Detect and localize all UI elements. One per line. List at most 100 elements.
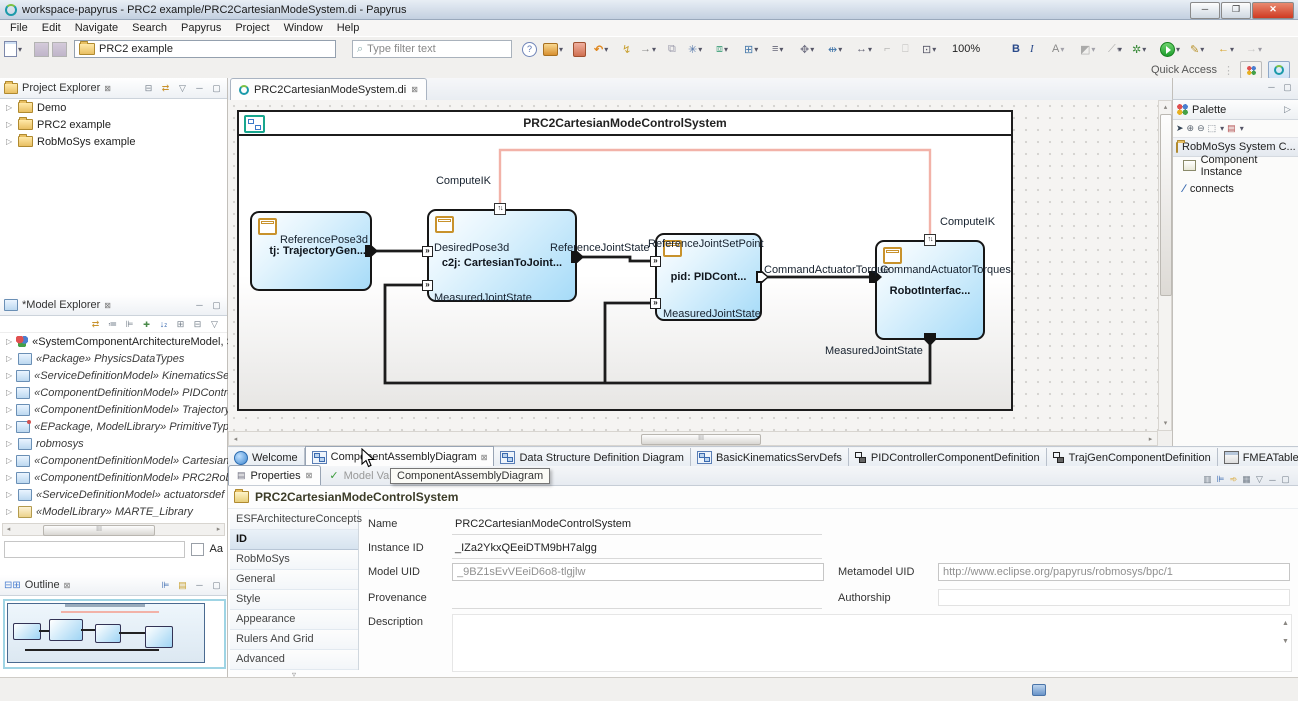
note-icon[interactable]: ▤ (1227, 123, 1236, 134)
line-color-button[interactable]: ⟋▾ (1108, 40, 1121, 58)
wire-measured-pid[interactable] (605, 303, 652, 383)
model-uid-input[interactable] (452, 563, 824, 581)
side-tab-advanced[interactable]: Advanced (230, 650, 358, 670)
validate-icon[interactable]: ✲▾ (1132, 40, 1146, 58)
new-button[interactable]: ▾ (4, 40, 22, 58)
model-item-robmosys[interactable]: ▷ robmosys (0, 435, 227, 452)
side-tab-appearance[interactable]: Appearance (230, 610, 358, 630)
port-pid-in2[interactable]: » (650, 298, 661, 309)
tab-fmea[interactable]: FMEATable0 (1218, 448, 1298, 467)
marquee-icon[interactable]: ⬚ (1208, 123, 1217, 134)
run-icon[interactable]: ▾ (1160, 40, 1180, 58)
model-item-actuators[interactable]: ▷ «ServiceDefinitionModel» actuatorsdef (0, 486, 227, 503)
select-hand-icon[interactable]: ✥▾ (800, 40, 814, 58)
props-pin-icon[interactable]: ▥ (1201, 474, 1214, 485)
select-tool-icon[interactable]: ➤ (1176, 123, 1184, 134)
authorship-input[interactable] (938, 589, 1290, 606)
model-item-root[interactable]: ▷ «SystemComponentArchitectureModel, S (0, 333, 227, 350)
me-tree-icon[interactable]: ⊫ (123, 319, 136, 330)
model-item-cartesian[interactable]: ▷ «ComponentDefinitionModel» CartesianTc (0, 452, 227, 469)
tab-properties[interactable]: ▤ Properties ⊠ (228, 465, 321, 485)
fill-color-button[interactable]: ◩▾ (1080, 40, 1095, 58)
editor-tab[interactable]: PRC2CartesianModeSystem.di ⊠ (230, 78, 427, 100)
project-explorer-close-icon[interactable]: ⊠ (104, 84, 111, 93)
align-icon[interactable]: ≡▾ (772, 40, 783, 58)
view-menu-icon[interactable]: ▽ (176, 83, 189, 94)
project-item-robmosys[interactable]: ▷ RobMoSys example (0, 133, 227, 150)
palette-minimize-icon[interactable]: ─ (1265, 82, 1278, 92)
minimize-view-icon[interactable]: ─ (193, 83, 206, 93)
help-icon[interactable]: ? (522, 40, 537, 58)
me-sort-icon[interactable]: ↓z (157, 319, 170, 329)
model-item-marte[interactable]: ▷ «ModelLibrary» MARTE_Library (0, 503, 227, 520)
port-c2j-in1[interactable]: » (422, 246, 433, 257)
outline-maximize-icon[interactable]: ▢ (210, 580, 223, 591)
italic-button[interactable]: I (1030, 40, 1034, 58)
me-link-icon[interactable]: ⇄ (89, 319, 102, 330)
props-table-icon[interactable]: ▦ (1240, 474, 1253, 485)
quick-access[interactable]: Quick Access (1151, 64, 1217, 76)
maximize-view-icon[interactable]: ▢ (210, 83, 223, 94)
layers-icon[interactable]: ⊞▾ (744, 40, 758, 58)
outline-tree-icon[interactable]: ⊫ (159, 580, 172, 591)
close-button[interactable]: ✕ (1252, 2, 1294, 19)
instance-id-value[interactable]: _IZa2YkxQEeiDTM9bH7algg (455, 542, 597, 554)
project-item-prc2[interactable]: ▷ PRC2 example (0, 116, 227, 133)
zoom-select-icon[interactable]: ⊡▾ (922, 40, 936, 58)
progress-indicator-icon[interactable] (1032, 684, 1046, 696)
pen-icon[interactable]: ✎▾ (1190, 40, 1204, 58)
me-menu-icon[interactable]: ▽ (208, 319, 221, 330)
link-editor-icon[interactable]: ⇄ (159, 83, 172, 94)
port-pid-in1[interactable]: » (650, 256, 661, 267)
link-run-icon[interactable]: ↯ (622, 40, 631, 58)
zoom-in-icon[interactable]: ⊕ (1187, 123, 1195, 134)
menu-window[interactable]: Window (278, 21, 329, 35)
project-combo[interactable]: PRC2 example (74, 40, 336, 58)
tab-close-icon[interactable]: ⊠ (481, 453, 488, 462)
model-explorer-close-icon[interactable]: ⊠ (104, 301, 111, 310)
props-minimize-icon[interactable]: ─ (1266, 475, 1279, 485)
menu-search[interactable]: Search (126, 21, 173, 35)
palette-item-component-instance[interactable]: Component Instance (1173, 157, 1298, 174)
outline-minimize-icon[interactable]: ─ (193, 580, 206, 590)
save-all-button[interactable] (52, 40, 67, 58)
me-expand-icon[interactable]: ⊞ (174, 319, 187, 330)
menu-file[interactable]: File (4, 21, 34, 35)
menu-help[interactable]: Help (331, 21, 366, 35)
description-scroll-up[interactable]: ▲ (1280, 618, 1291, 629)
menu-papyrus[interactable]: Papyrus (175, 21, 227, 35)
filter-search-input[interactable]: ⌕ Type filter text (352, 40, 512, 58)
back-icon[interactable]: ←▾ (1218, 40, 1234, 58)
description-scroll-down[interactable]: ▼ (1280, 636, 1291, 647)
outline-close-icon[interactable]: ⊠ (64, 581, 71, 590)
palette-item-connects[interactable]: ∕ connects (1173, 180, 1298, 197)
properties-close-icon[interactable]: ⊠ (306, 471, 313, 480)
me-maximize-icon[interactable]: ▢ (210, 300, 223, 311)
port-c2j-in2[interactable]: » (422, 280, 433, 291)
side-tab-robmosys[interactable]: RobMoSys (230, 550, 358, 570)
side-tab-style[interactable]: Style (230, 590, 358, 610)
props-menu-icon[interactable]: ▽ (1253, 474, 1266, 485)
model-item-trajectory[interactable]: ▷ «ComponentDefinitionModel» TrajectoryG (0, 401, 227, 418)
component-c2j[interactable] (427, 209, 577, 302)
wire-refjointstate[interactable] (577, 257, 656, 261)
palette-maximize-icon[interactable]: ▢ (1281, 82, 1294, 93)
tab-trajgen[interactable]: TrajGenComponentDefinition (1047, 448, 1218, 467)
zoom-combo[interactable]: 100%▾ (952, 40, 1122, 58)
outline-thumbnail[interactable] (3, 599, 226, 669)
props-pin-view-icon[interactable]: ➾ (1227, 474, 1240, 485)
canvas-hscrollbar[interactable]: ◂ III ▸ (228, 431, 1158, 446)
bold-button[interactable]: B (1012, 40, 1020, 58)
undo-icon[interactable]: ↶▾ (594, 40, 608, 58)
model-item-prc2robot[interactable]: ▷ «ComponentDefinitionModel» PRC2Robot (0, 469, 227, 486)
tab-pid-controller[interactable]: PIDControllerComponentDefinition (849, 448, 1047, 467)
model-item-pid[interactable]: ▷ «ComponentDefinitionModel» PIDControll (0, 384, 227, 401)
collapse-all-icon[interactable]: ⊟ (142, 83, 155, 94)
menu-project[interactable]: Project (229, 21, 275, 35)
props-tree-icon[interactable]: ⊫ (1214, 474, 1227, 485)
diagram-canvas[interactable]: PRC2CartesianModeControlSystem » » (228, 100, 1158, 431)
menu-navigate[interactable]: Navigate (69, 21, 124, 35)
wizard-icon[interactable]: ▾ (543, 40, 563, 58)
palette-pin-icon[interactable]: ▷ (1281, 104, 1294, 115)
model-filter-input[interactable] (4, 541, 185, 558)
